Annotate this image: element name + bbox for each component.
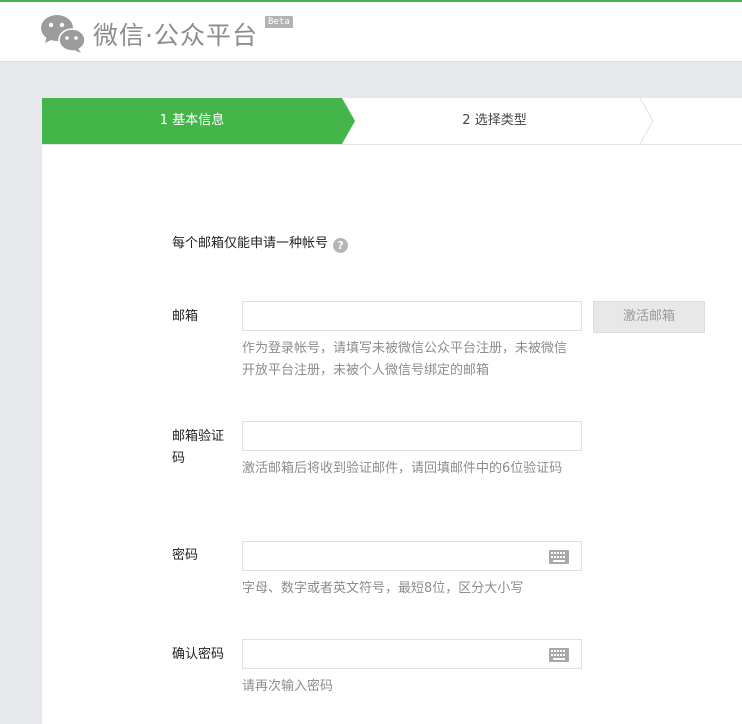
- email-input[interactable]: [242, 301, 582, 331]
- logo-title[interactable]: 微信·公众平台: [93, 16, 258, 52]
- confirm-password-input[interactable]: [242, 639, 582, 669]
- step-basic-info: 1 基本信息: [159, 113, 225, 128]
- email-code-input[interactable]: [242, 421, 582, 451]
- step-progress-bar: 1 基本信息 2 选择类型: [42, 98, 742, 145]
- email-tip: 作为登录帐号，请填写未被微信公众平台注册，未被微信开放平台注册，未被个人微信号绑…: [242, 341, 568, 378]
- registration-panel: 1 基本信息 2 选择类型 每个邮箱仅能申请一种帐号? 邮箱 激活邮箱 作为登录…: [42, 98, 742, 724]
- password-label: 密码: [172, 548, 199, 563]
- activate-email-button[interactable]: 激活邮箱: [593, 301, 705, 333]
- wechat-logo-icon[interactable]: [40, 12, 86, 54]
- step-2-arrow-edge: [639, 98, 654, 144]
- step-select-type: 2 选择类型: [462, 113, 527, 128]
- confirm-password-label: 确认密码: [172, 647, 225, 662]
- email-label: 邮箱: [172, 309, 199, 324]
- keyboard-icon[interactable]: [549, 550, 569, 564]
- help-icon[interactable]: ?: [333, 238, 349, 253]
- email-code-label: 邮箱验证码: [172, 429, 225, 466]
- notice-text: 每个邮箱仅能申请一种帐号: [172, 236, 329, 251]
- keyboard-icon[interactable]: [549, 648, 569, 662]
- email-notice: 每个邮箱仅能申请一种帐号?: [172, 232, 349, 253]
- password-tip: 字母、数字或者英文符号，最短8位，区分大小写: [242, 581, 524, 596]
- beta-badge: Beta: [265, 16, 293, 28]
- email-code-tip: 激活邮箱后将收到验证邮件，请回填邮件中的6位验证码: [242, 461, 563, 476]
- confirm-password-tip: 请再次输入密码: [242, 679, 334, 694]
- password-input[interactable]: [242, 541, 582, 571]
- page-header: 微信·公众平台 Beta: [0, 2, 742, 62]
